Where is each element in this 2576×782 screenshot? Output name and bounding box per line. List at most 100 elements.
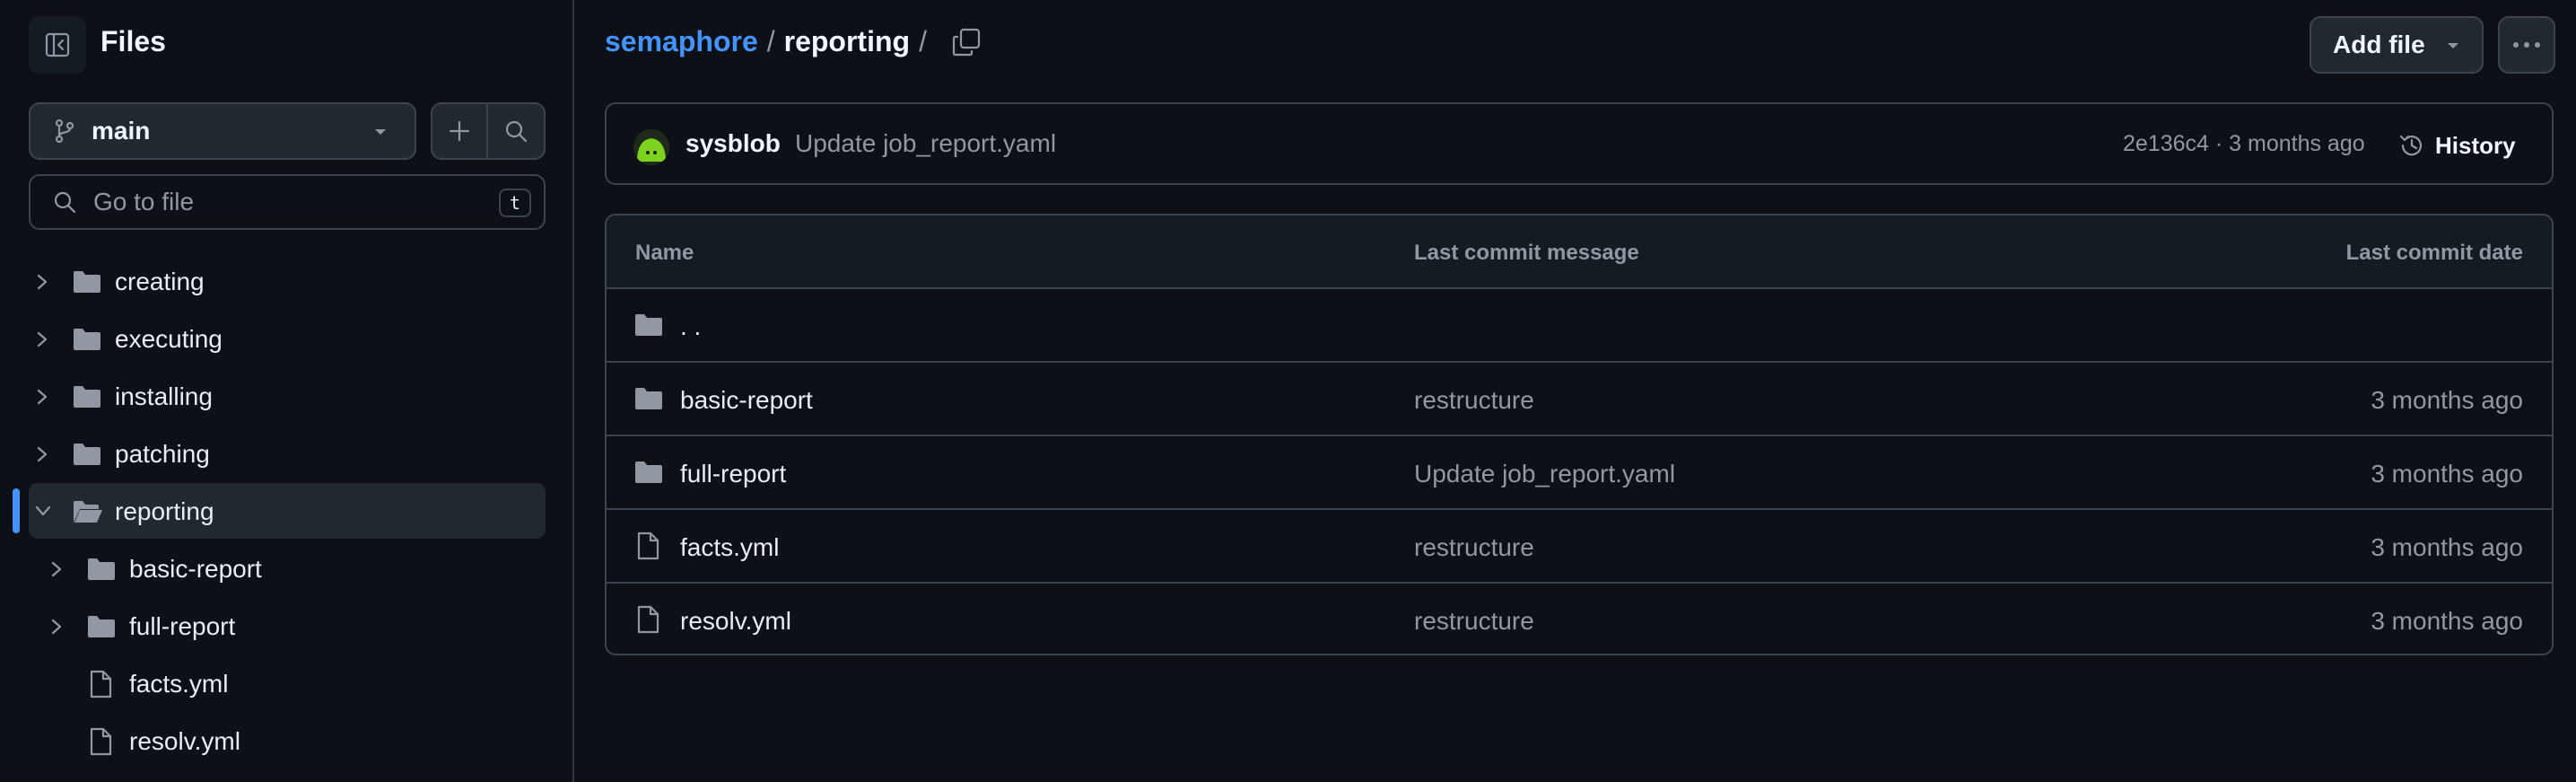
chevron-right-icon [37, 331, 48, 347]
table-row[interactable]: basic-report restructure 3 months ago [607, 363, 2552, 436]
chevron-right-icon [51, 561, 62, 577]
commit-message-link[interactable]: Update job_report.yaml [1414, 460, 1675, 488]
latest-commit-bar: sysblob Update job_report.yaml 2e136c4 ·… [605, 102, 2554, 185]
keyboard-shortcut-hint: t [499, 189, 531, 217]
sidebar-title: Files [100, 25, 166, 57]
tree-item-installing[interactable]: installing [0, 368, 574, 426]
tree-item-executing[interactable]: executing [0, 311, 574, 368]
tree-item-label: reporting [115, 497, 214, 525]
folder-icon [635, 461, 662, 483]
branch-name: main [92, 117, 151, 145]
tree-item-patching[interactable]: patching [0, 426, 574, 483]
file-table: Name Last commit message Last commit dat… [605, 214, 2554, 655]
history-icon [2399, 135, 2423, 156]
tree-item-resolv-yml[interactable]: resolv.yml [0, 713, 574, 770]
file-icon [90, 670, 112, 699]
commit-date: 3 months ago [2371, 533, 2523, 561]
file-icon [90, 727, 112, 756]
history-label: History [2435, 131, 2516, 159]
table-header: Name Last commit message Last commit dat… [607, 215, 2552, 289]
parent-directory-link[interactable]: . . [680, 312, 701, 341]
breadcrumb: semaphore / reporting / [605, 25, 936, 58]
commit-message-link[interactable]: restructure [1414, 607, 1534, 636]
breadcrumb-repo-link[interactable]: semaphore [605, 25, 758, 58]
active-row-highlight [29, 483, 546, 539]
file-icon [637, 532, 659, 560]
plus-icon [449, 120, 470, 142]
main-content: semaphore / reporting / Add file sysblob… [605, 0, 2555, 782]
file-icon [637, 605, 659, 634]
commit-date: 3 months ago [2371, 386, 2523, 414]
file-name-link[interactable]: full-report [680, 460, 786, 488]
chevron-right-icon [37, 389, 48, 405]
tree-item-reporting[interactable]: reporting [0, 483, 574, 540]
folder-icon [635, 314, 662, 336]
chevron-down-icon [35, 505, 51, 516]
copy-path-button[interactable] [951, 27, 982, 57]
file-name-link[interactable]: basic-report [680, 386, 813, 415]
tree-item-label: installing [115, 382, 213, 410]
commit-author[interactable]: sysblob [685, 129, 781, 158]
active-row-marker [13, 488, 20, 533]
avatar-image [633, 129, 669, 165]
collapse-sidebar-button[interactable] [29, 16, 86, 74]
sidebar-collapse-icon [45, 32, 70, 57]
search-tree-button[interactable] [488, 104, 544, 158]
history-button[interactable]: History [2397, 126, 2516, 165]
tree-item-facts-yml[interactable]: facts.yml [0, 655, 574, 713]
commit-message[interactable]: Update job_report.yaml [795, 129, 1056, 158]
chevron-right-icon [51, 619, 62, 635]
table-row[interactable]: resolv.yml restructure 3 months ago [607, 584, 2552, 654]
file-name-link[interactable]: resolv.yml [680, 607, 791, 636]
git-branch-icon [55, 119, 74, 144]
folder-icon [88, 616, 115, 637]
commit-date: 3 months ago [2371, 607, 2523, 635]
tree-item-label: resolv.yml [129, 727, 240, 755]
column-header-message: Last commit message [1414, 241, 1639, 265]
parent-directory-row[interactable]: . . [607, 289, 2552, 363]
tree-item-label: patching [115, 440, 210, 468]
commit-message-link[interactable]: restructure [1414, 386, 1534, 415]
file-tree: creating executing installing patching r… [0, 253, 574, 770]
folder-icon [74, 444, 100, 465]
table-row[interactable]: full-report Update job_report.yaml 3 mon… [607, 436, 2552, 510]
go-to-file-placeholder: Go to file [93, 188, 195, 215]
folder-icon [74, 271, 100, 293]
table-row[interactable]: facts.yml restructure 3 months ago [607, 510, 2552, 584]
file-tree-sidebar: Files main Go to file t creating executi… [0, 0, 574, 782]
folder-icon [74, 329, 100, 350]
copy-icon [952, 28, 981, 57]
breadcrumb-separator: / [919, 25, 927, 57]
tree-item-basic-report[interactable]: basic-report [0, 540, 574, 598]
folder-icon [635, 388, 662, 409]
tree-item-full-report[interactable]: full-report [0, 598, 574, 655]
go-to-file-input[interactable]: Go to file t [29, 174, 546, 230]
commit-hash-and-time[interactable]: 2e136c4 · 3 months ago [2123, 131, 2365, 157]
tree-item-creating[interactable]: creating [0, 253, 574, 311]
add-file-tree-button[interactable] [432, 104, 489, 158]
column-header-name: Name [635, 241, 694, 265]
breadcrumb-separator: / [766, 25, 775, 57]
avatar[interactable] [633, 129, 669, 165]
tree-actions [431, 102, 546, 160]
caret-down-icon [375, 129, 386, 135]
tree-item-label: basic-report [129, 555, 262, 583]
search-icon [505, 120, 528, 143]
commit-date: 3 months ago [2371, 460, 2523, 488]
kebab-horizontal-icon [2513, 42, 2540, 48]
caret-down-icon [2448, 43, 2458, 48]
more-options-button[interactable] [2498, 16, 2555, 74]
add-file-button[interactable]: Add file [2310, 16, 2484, 74]
commit-message-link[interactable]: restructure [1414, 533, 1534, 562]
folder-icon [74, 386, 100, 408]
folder-open-icon [74, 501, 102, 523]
tree-item-label: full-report [129, 612, 236, 640]
folder-icon [88, 558, 115, 580]
branch-selector-button[interactable]: main [29, 102, 416, 160]
breadcrumb-current: reporting [783, 25, 911, 57]
file-name-link[interactable]: facts.yml [680, 533, 779, 562]
column-header-date: Last commit date [2345, 241, 2523, 265]
tree-item-label: creating [115, 268, 205, 295]
add-file-label: Add file [2333, 31, 2425, 58]
tree-item-label: executing [115, 325, 223, 353]
